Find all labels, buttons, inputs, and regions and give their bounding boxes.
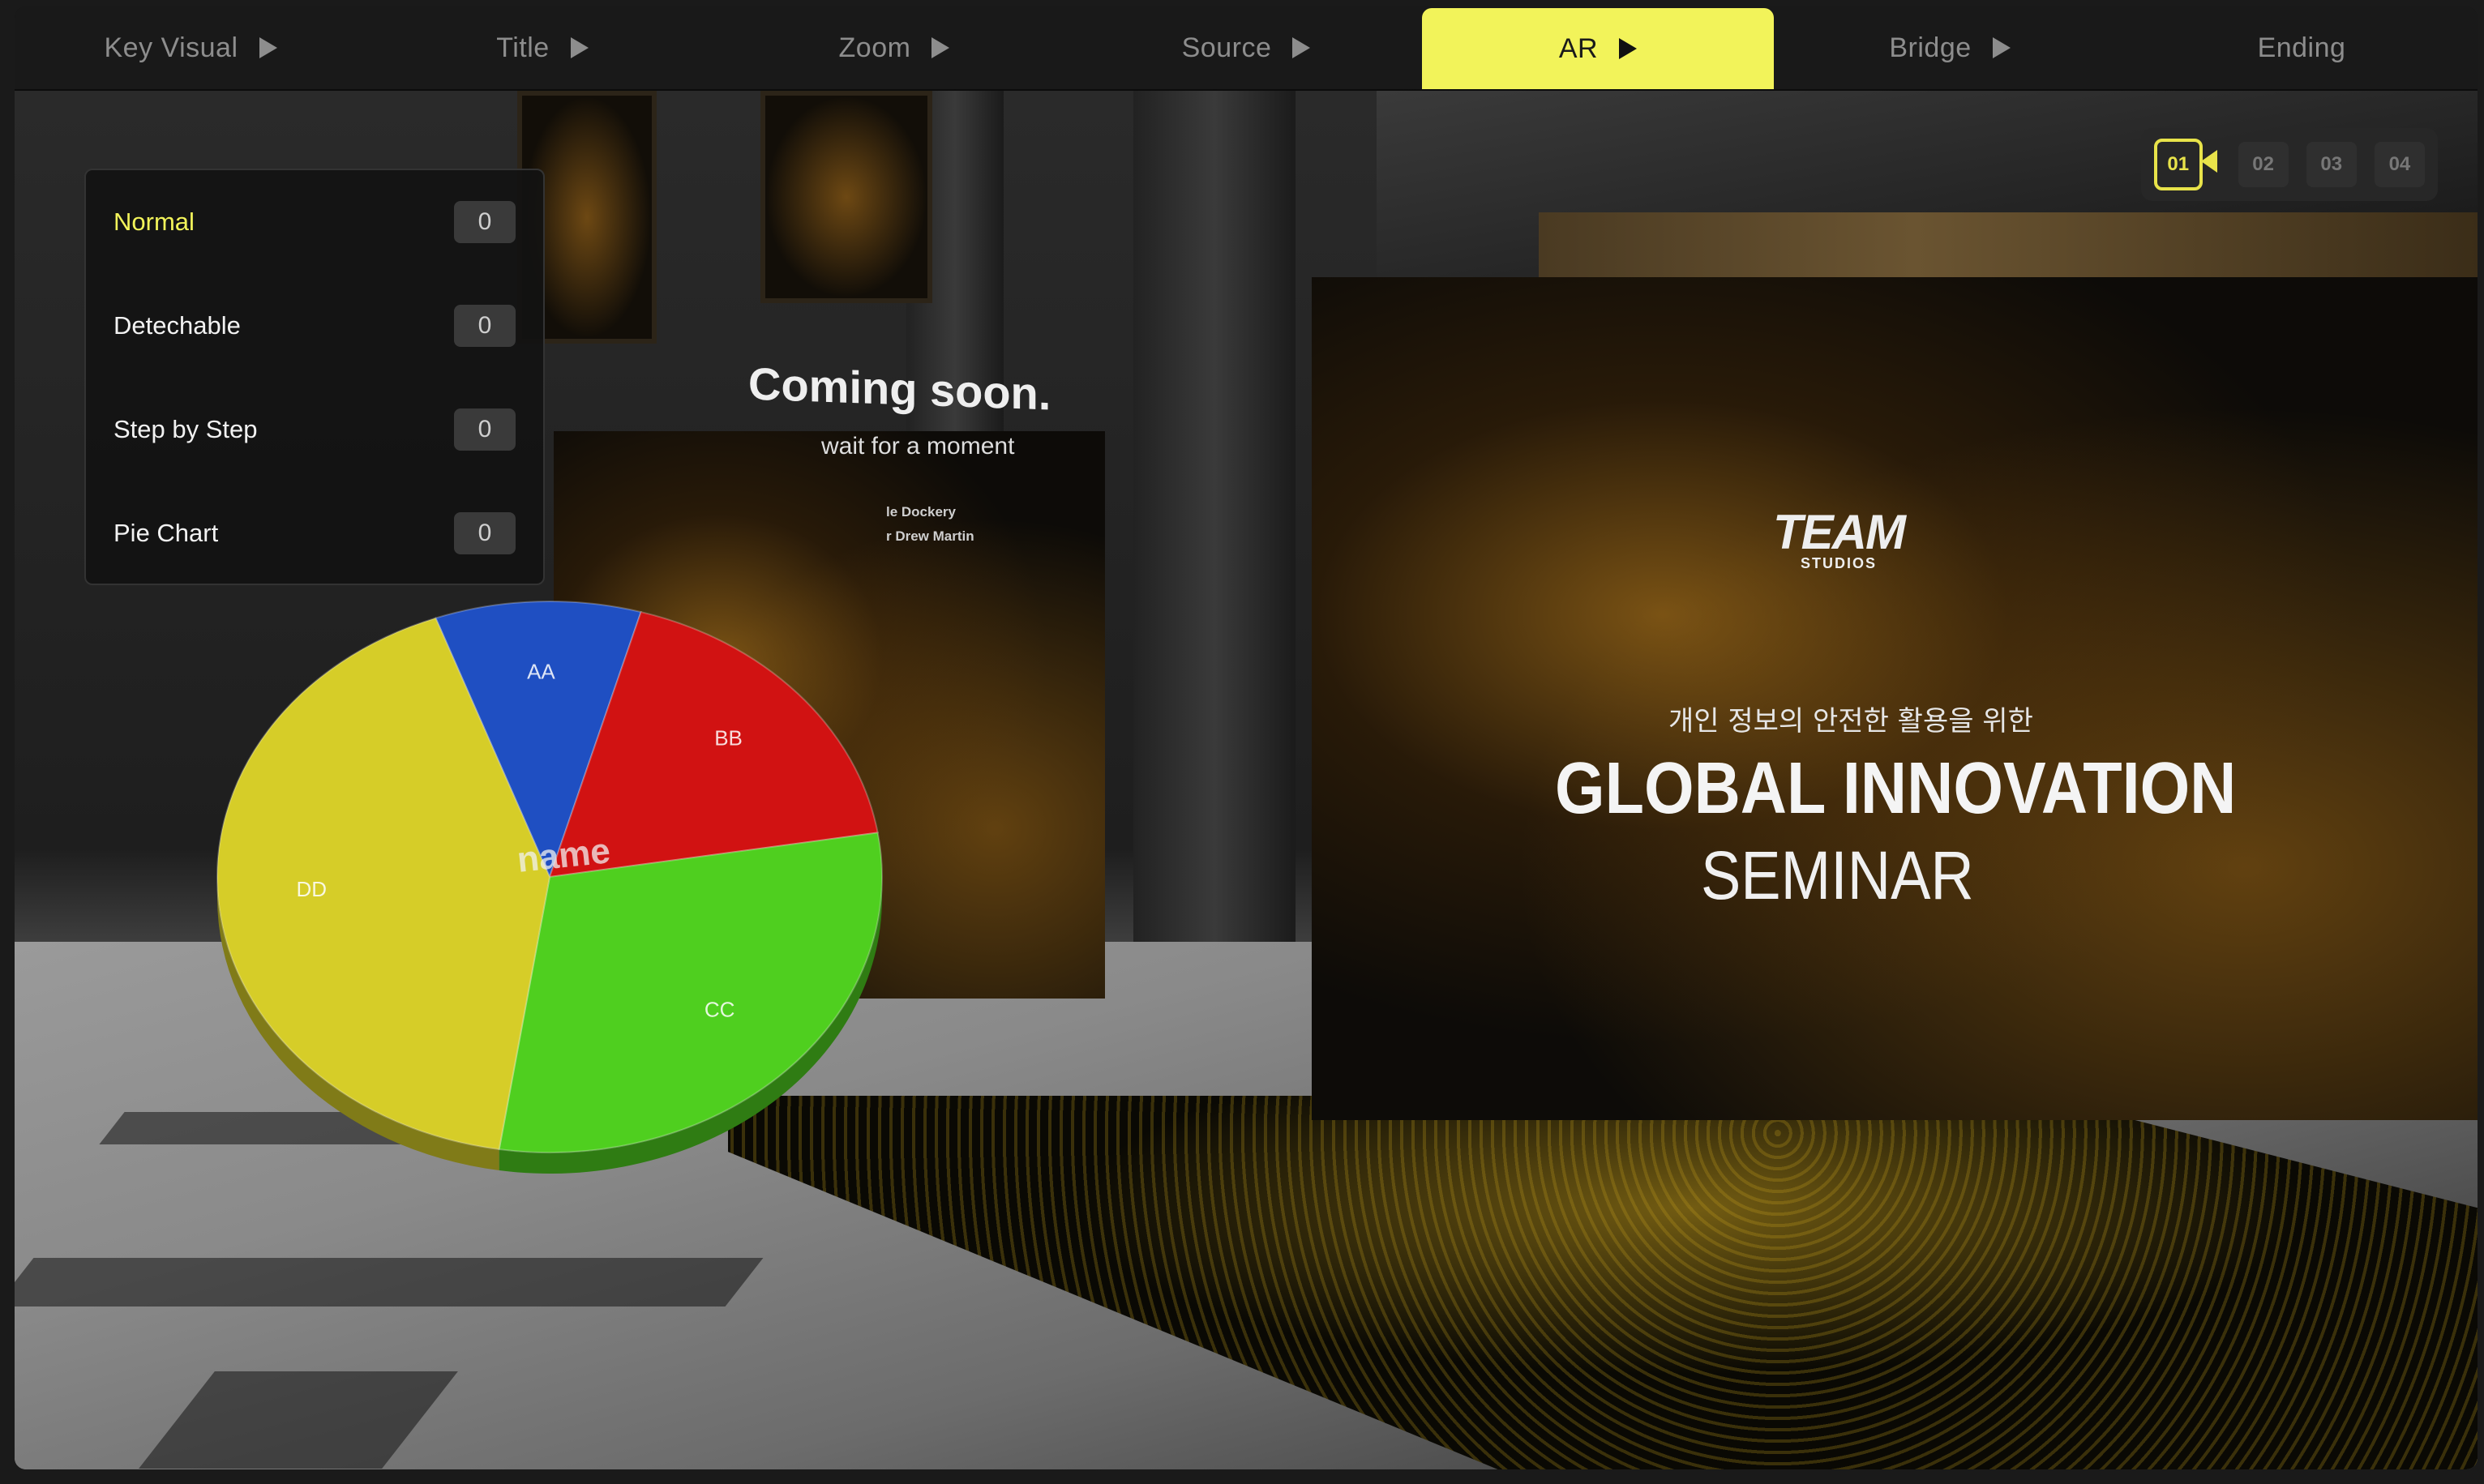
tab-source[interactable]: Source <box>1070 6 1422 89</box>
pie-slice-label: AA <box>527 659 555 683</box>
logo-text: TEAM <box>1773 505 1906 559</box>
play-icon <box>932 37 950 58</box>
pie-slice-label: BB <box>714 725 743 750</box>
tab-ar[interactable]: AR <box>1422 8 1774 89</box>
seminar-subtitle: SEMINAR <box>1701 837 1974 913</box>
coming-soon-credit: r Drew Martin <box>886 528 974 544</box>
ar-pie-chart[interactable]: AABBCCDDname <box>209 593 890 1209</box>
tab-title[interactable]: Title <box>366 6 718 89</box>
pie-slice-cc[interactable] <box>498 832 883 1153</box>
camera-button-02[interactable]: 02 <box>2238 142 2289 187</box>
tab-zoom[interactable]: Zoom <box>718 6 1070 89</box>
tab-ending[interactable]: Ending <box>2126 6 2478 89</box>
tab-label: AR <box>1558 32 1599 64</box>
menu-item-label: Step by Step <box>113 415 258 443</box>
menu-item-count: 0 <box>454 512 516 554</box>
camera-selector: 01 02 03 04 <box>2141 128 2438 201</box>
pie-slice-label: DD <box>296 877 327 901</box>
tab-label: Ending <box>2257 32 2346 63</box>
team-studios-logo: TEAM STUDIOS <box>1750 504 1928 572</box>
menu-item-label: Normal <box>113 207 195 236</box>
ar-mode-menu: Normal 0 Detechable 0 Step by Step 0 Pie… <box>84 169 545 585</box>
coming-soon-credit: le Dockery <box>886 504 956 520</box>
menu-item-count: 0 <box>454 408 516 451</box>
menu-item-count: 0 <box>454 305 516 347</box>
tab-label: Key Visual <box>104 32 238 63</box>
camera-button-03[interactable]: 03 <box>2306 142 2357 187</box>
menu-item-detechable[interactable]: Detechable 0 <box>86 274 543 378</box>
tab-label: Source <box>1181 32 1272 63</box>
menu-item-label: Detechable <box>113 311 241 340</box>
app-frame: Key Visual Title Zoom Source AR Bridge E… <box>15 6 2478 1469</box>
coming-soon-subtitle: wait for a moment <box>821 433 1015 460</box>
menu-item-pie-chart[interactable]: Pie Chart 0 <box>86 481 543 585</box>
3d-viewport[interactable]: Coming soon. wait for a moment le Docker… <box>15 91 2478 1469</box>
menu-item-normal[interactable]: Normal 0 <box>86 170 543 274</box>
play-icon <box>1992 37 2011 58</box>
play-icon <box>259 37 277 58</box>
pillar <box>1133 91 1296 982</box>
coming-soon-title: Coming soon. <box>748 357 1051 420</box>
tab-label: Title <box>496 32 550 63</box>
play-icon <box>1292 37 1311 58</box>
menu-item-label: Pie Chart <box>113 519 219 547</box>
floor-shadow <box>15 1258 764 1307</box>
seminar-title: GLOBAL INNOVATION <box>1555 748 2237 829</box>
tab-label: Bridge <box>1889 32 1972 63</box>
scene-tab-bar: Key Visual Title Zoom Source AR Bridge E… <box>15 6 2478 91</box>
camera-button-04[interactable]: 04 <box>2374 142 2426 187</box>
camera-button-01[interactable]: 01 <box>2154 139 2216 190</box>
tab-label: Zoom <box>838 32 911 63</box>
seminar-korean-caption: 개인 정보의 안전한 활용을 위한 <box>1668 705 2033 738</box>
seminar-screen: TEAM STUDIOS 개인 정보의 안전한 활용을 위한 GLOBAL IN… <box>1312 277 2478 1120</box>
menu-item-count: 0 <box>454 201 516 243</box>
wall-artwork <box>760 91 932 303</box>
tab-key-visual[interactable]: Key Visual <box>15 6 366 89</box>
tab-bridge[interactable]: Bridge <box>1774 6 2126 89</box>
play-icon <box>570 37 589 58</box>
play-icon <box>1619 38 1638 59</box>
pie-slice-label: CC <box>705 997 735 1021</box>
menu-item-step-by-step[interactable]: Step by Step 0 <box>86 378 543 481</box>
